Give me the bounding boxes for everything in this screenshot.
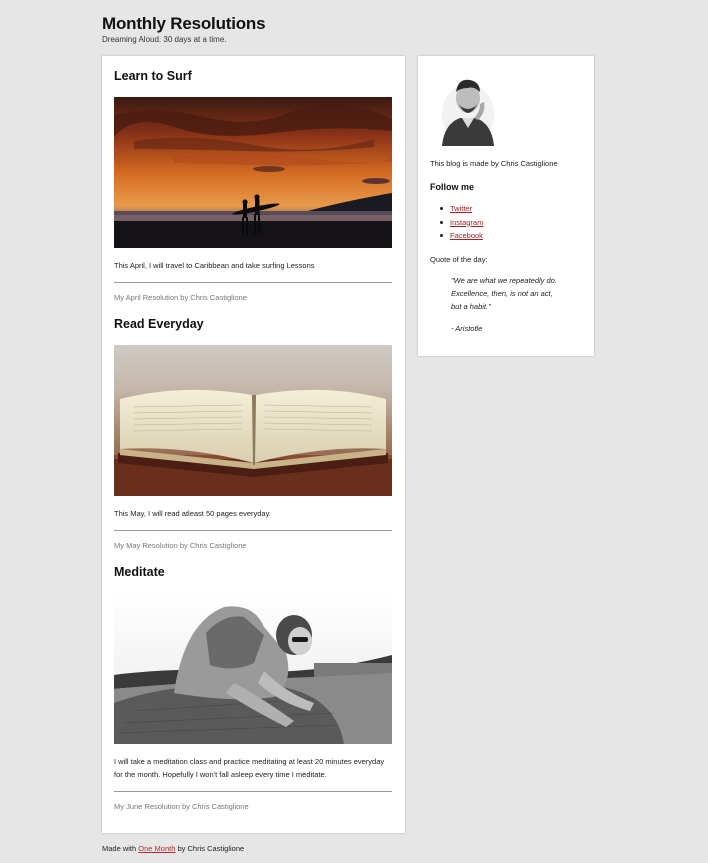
post-divider (114, 530, 392, 531)
follow-item-twitter: Twitter (438, 204, 483, 218)
follow-item-facebook: Facebook (438, 231, 483, 245)
post-byline: My April Resolution by Chris Castiglione (114, 293, 247, 302)
follow-links: Twitter Instagram Facebook (438, 204, 483, 245)
made-by-text: This blog is made by Chris Castiglione (430, 159, 558, 168)
post-body: I will take a meditation class and pract… (114, 757, 385, 779)
post-divider (114, 791, 392, 792)
site-tagline: Dreaming Aloud. 30 days at a time. (102, 35, 227, 44)
woman-on-hay-bale-photo (114, 593, 392, 744)
post-body: This April, I will travel to Caribbean a… (114, 261, 315, 270)
posts-panel: Learn to Surf This April, I will travel … (102, 56, 405, 833)
instagram-link[interactable]: Instagram (450, 218, 483, 227)
twitter-link[interactable]: Twitter (450, 204, 472, 213)
post-body: This May, I will read atleast 50 pages e… (114, 509, 271, 518)
quote-text: "We are what we repeatedly do. Excellenc… (451, 276, 557, 311)
author-avatar (440, 68, 496, 146)
footer-prefix: Made with (102, 844, 139, 853)
post-byline: My May Resolution by Chris Castiglione (114, 541, 247, 550)
surf-sunset-photo (114, 97, 392, 248)
open-book-photo (114, 345, 392, 496)
sidebar: This blog is made by Chris Castiglione F… (418, 56, 594, 356)
author-portrait-image (440, 68, 496, 146)
post-title[interactable]: Meditate (114, 565, 165, 579)
quote-author: - Aristotle (451, 324, 483, 333)
meditate-image (114, 593, 392, 744)
post-divider (114, 282, 392, 283)
post-byline: My June Resolution by Chris Castiglione (114, 802, 249, 811)
post-title[interactable]: Read Everyday (114, 317, 204, 331)
site-title[interactable]: Monthly Resolutions (102, 14, 266, 34)
post-title[interactable]: Learn to Surf (114, 69, 192, 83)
footer-suffix: by Chris Castiglione (175, 844, 245, 853)
quote-label: Quote of the day: (430, 255, 488, 264)
one-month-link[interactable]: One Month (138, 844, 175, 853)
site-header: Monthly Resolutions Dreaming Aloud. 30 d… (102, 14, 266, 44)
follow-heading: Follow me (430, 182, 475, 192)
facebook-link[interactable]: Facebook (450, 231, 483, 240)
site-footer: Made with One Month by Chris Castiglione (102, 844, 244, 853)
open-book-image (114, 345, 392, 496)
surf-sunset-image (114, 97, 392, 248)
follow-item-instagram: Instagram (438, 218, 483, 232)
